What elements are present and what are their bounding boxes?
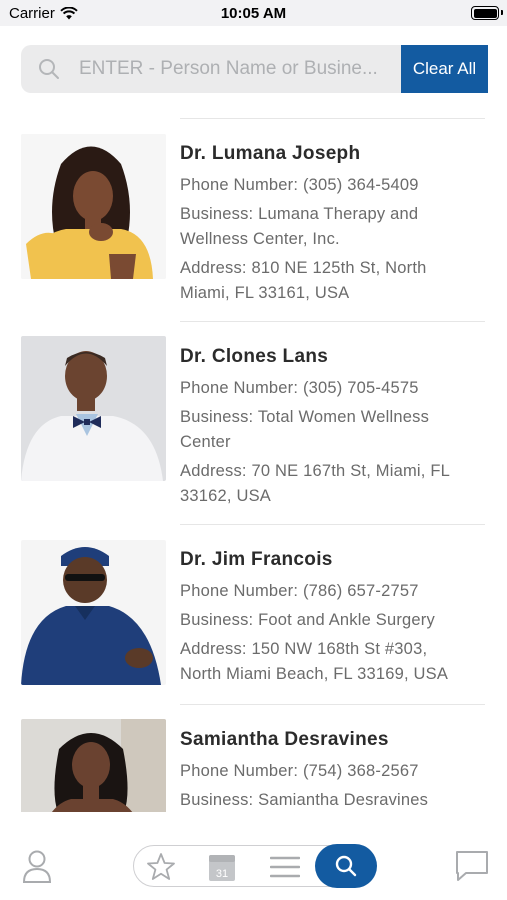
business-line-1: Business: Lumana Therapy and bbox=[180, 205, 419, 223]
star-icon[interactable] bbox=[146, 852, 176, 882]
phone-number[interactable]: Phone Number: (786) 657-2757 bbox=[180, 579, 480, 604]
address-line-1: Address: 150 NW 168th St #303, bbox=[180, 640, 428, 658]
business-line-2: Center bbox=[180, 433, 231, 451]
address-line-2: 33162, USA bbox=[180, 487, 271, 505]
address[interactable]: Address: 70 NE 167th St, Miami, FL 33162… bbox=[180, 459, 480, 509]
chat-icon[interactable] bbox=[454, 849, 490, 883]
tab-switcher: 31 bbox=[133, 844, 377, 888]
contact-name: Dr. Jim Francois bbox=[180, 549, 333, 570]
menu-icon[interactable] bbox=[270, 855, 300, 879]
doctor-photo bbox=[21, 719, 166, 812]
address[interactable]: Address: 810 NE 125th St, North Miami, F… bbox=[180, 256, 480, 306]
status-bar: Carrier 10:05 AM bbox=[0, 0, 507, 26]
battery-icon bbox=[471, 6, 499, 20]
address-line-2: Miami, FL 33161, USA bbox=[180, 284, 350, 302]
address-line-1: Address: 70 NE 167th St, Miami, FL bbox=[180, 462, 450, 480]
doctor-photo bbox=[21, 134, 166, 279]
business-name: Business: Lumana Therapy and Wellness Ce… bbox=[180, 202, 480, 252]
tab-bar: 31 bbox=[0, 812, 507, 900]
battery-tip bbox=[501, 10, 503, 15]
divider bbox=[180, 321, 485, 322]
search-tab[interactable] bbox=[315, 844, 377, 888]
contact-name: Dr. Clones Lans bbox=[180, 346, 329, 367]
contact-name: Dr. Lumana Joseph bbox=[180, 143, 361, 164]
search-input[interactable] bbox=[79, 45, 397, 93]
business-name: Business: Foot and Ankle Surgery bbox=[180, 611, 435, 629]
clear-all-button[interactable]: Clear All bbox=[401, 45, 488, 93]
search-bar: Clear All bbox=[21, 45, 488, 93]
search-icon bbox=[335, 855, 357, 877]
contact-info: Dr. Clones Lans Phone Number: (305) 705-… bbox=[180, 345, 480, 509]
address[interactable]: Address: 150 NW 168th St #303, North Mia… bbox=[180, 637, 480, 687]
search-icon bbox=[39, 59, 59, 79]
calendar-day: 31 bbox=[216, 868, 228, 880]
clock: 10:05 AM bbox=[220, 5, 287, 22]
business-line-1: Business: Total Women Wellness bbox=[180, 408, 430, 426]
phone-number[interactable]: Phone Number: (305) 705-4575 bbox=[180, 376, 480, 401]
business-name: Business: Samiantha Desravines bbox=[180, 791, 429, 809]
contact-info: Dr. Lumana Joseph Phone Number: (305) 36… bbox=[180, 142, 480, 306]
phone-number[interactable]: Phone Number: (754) 368-2567 bbox=[180, 759, 480, 784]
business-name: Business: Total Women Wellness Center bbox=[180, 405, 480, 455]
profile-icon[interactable] bbox=[20, 849, 54, 883]
search-field-container[interactable] bbox=[21, 45, 403, 93]
contact-info: Dr. Jim Francois Phone Number: (786) 657… bbox=[180, 548, 480, 687]
address-line-2: North Miami Beach, FL 33169, USA bbox=[180, 665, 449, 683]
doctor-photo bbox=[21, 540, 166, 685]
contact-name: Samiantha Desravines bbox=[180, 729, 389, 750]
divider bbox=[180, 118, 485, 119]
contact-info: Samiantha Desravines Phone Number: (754)… bbox=[180, 728, 480, 812]
doctor-photo bbox=[21, 336, 166, 481]
calendar-icon[interactable]: 31 bbox=[208, 852, 236, 882]
phone-number[interactable]: Phone Number: (305) 364-5409 bbox=[180, 173, 480, 198]
address-line-1: Address: 810 NE 125th St, North bbox=[180, 259, 427, 277]
divider bbox=[180, 524, 485, 525]
business-line-2: Wellness Center, Inc. bbox=[180, 230, 340, 248]
results-list[interactable]: Dr. Lumana Joseph Phone Number: (305) 36… bbox=[0, 118, 507, 812]
divider bbox=[180, 704, 485, 705]
